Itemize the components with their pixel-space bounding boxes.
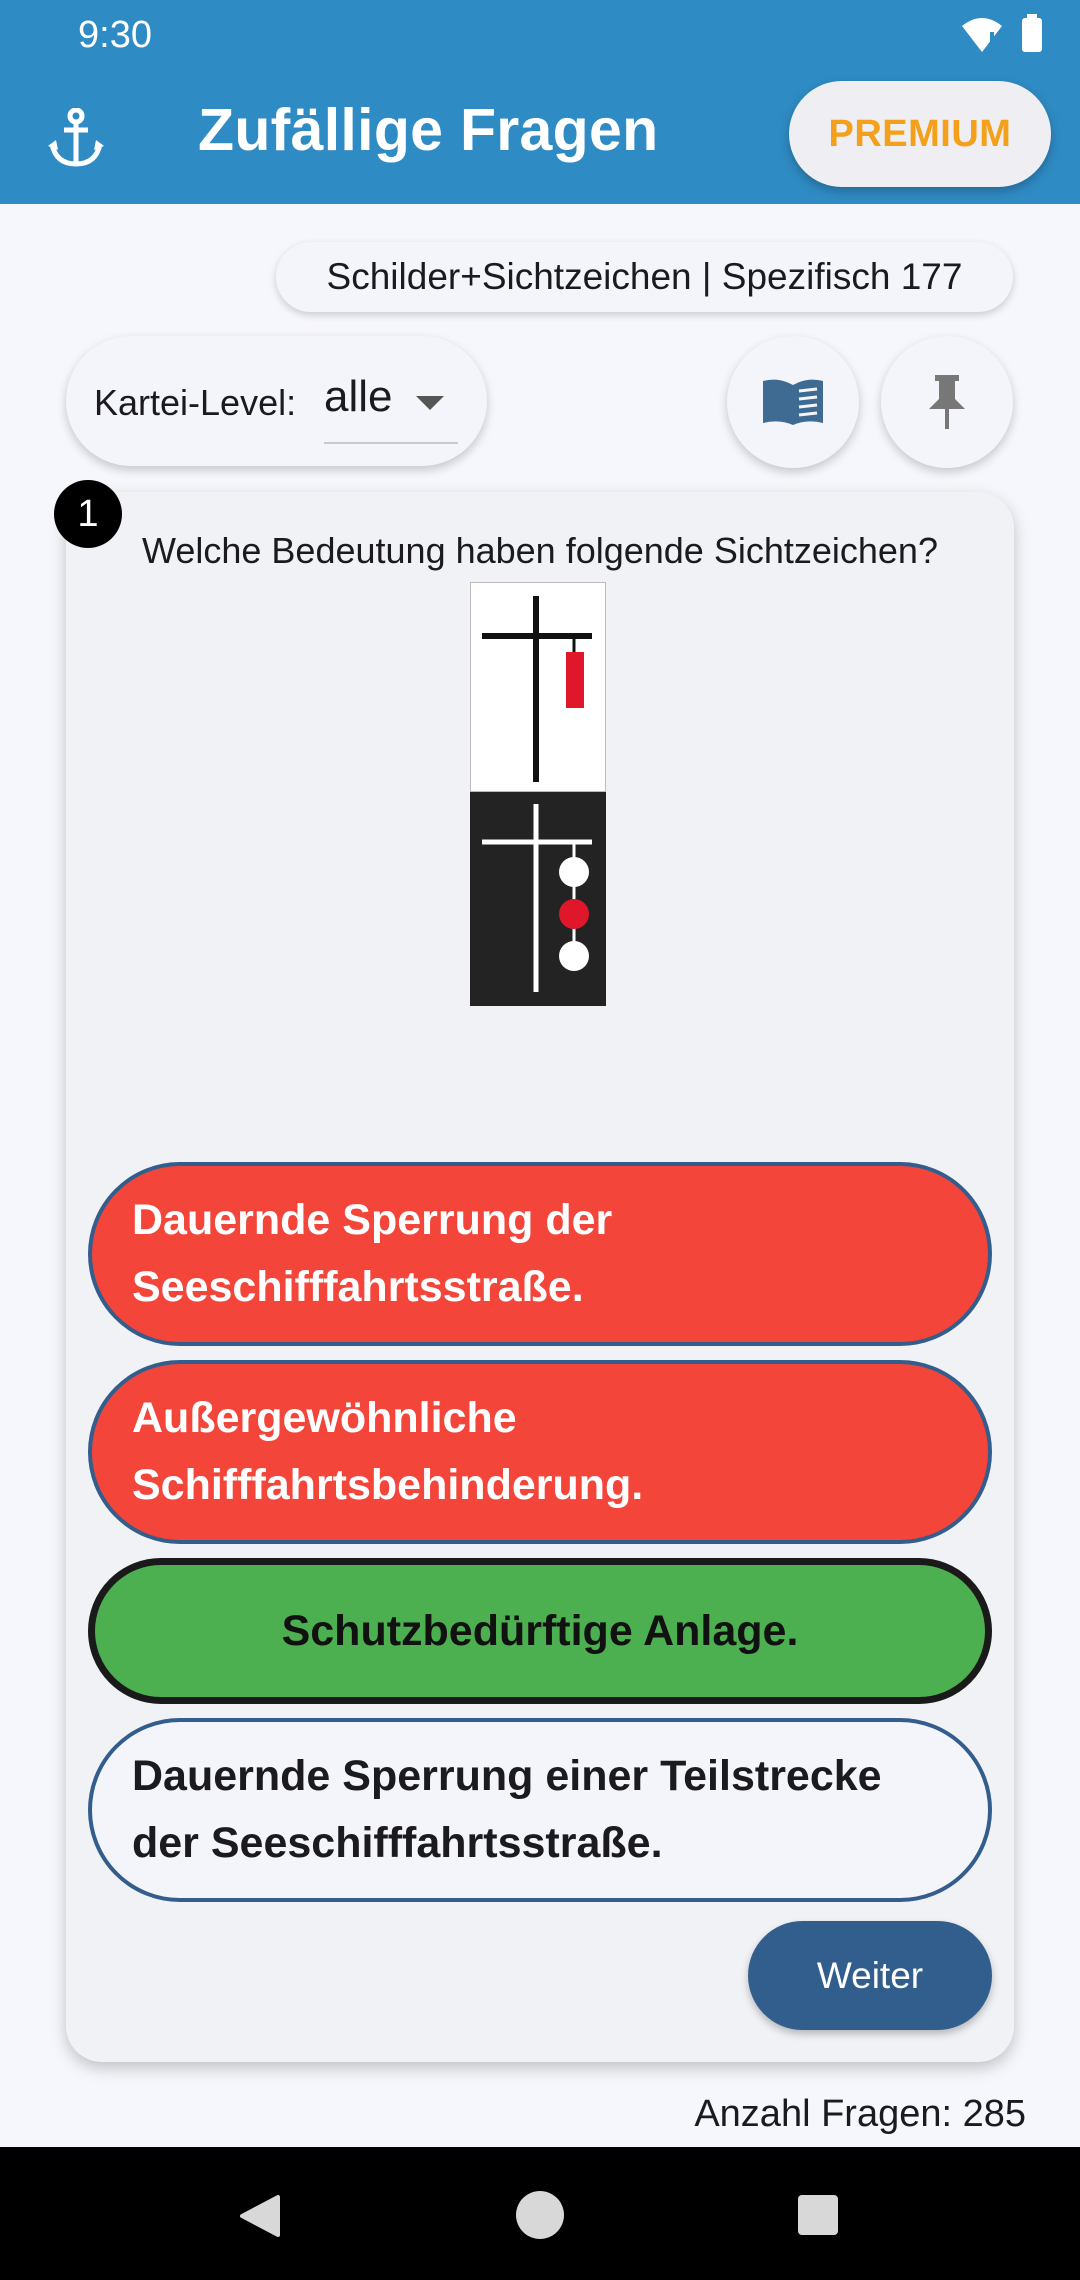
page-title: Zufällige Fragen [198, 97, 659, 163]
answer-text: Dauernde Sperrung der Seeschifffahrtsstr… [132, 1196, 613, 1311]
answer-option-3[interactable]: Schutzbedürftige Anlage. [88, 1558, 992, 1704]
book-icon [763, 379, 823, 425]
answer-text: Außergewöhnliche Schifffahrtsbehinderung… [132, 1394, 644, 1509]
answer-option-4[interactable]: Dauernde Sperrung einer Teilstrecke der … [88, 1718, 992, 1902]
answer-text: Dauernde Sperrung einer Teilstrecke der … [132, 1752, 882, 1867]
wifi-icon [962, 18, 1002, 52]
level-label: Kartei-Level: [94, 382, 297, 423]
question-count: Anzahl Fragen: 285 [694, 2093, 1026, 2135]
app-bar: 9:30 Zufällige Fragen PREMIUM [0, 0, 1080, 204]
answer-option-1[interactable]: Dauernde Sperrung der Seeschifffahrtsstr… [88, 1162, 992, 1346]
book-button[interactable] [727, 336, 859, 468]
level-underline [324, 442, 458, 444]
pin-icon [929, 375, 965, 429]
question-text: Welche Bedeutung haben folgende Sichtzei… [142, 530, 938, 571]
category-chip: Schilder+Sichtzeichen | Spezifisch 177 [276, 242, 1013, 312]
level-value[interactable]: alle [324, 372, 393, 422]
chevron-down-icon[interactable] [416, 396, 444, 410]
back-icon[interactable] [238, 2193, 284, 2239]
system-nav-bar [0, 2147, 1080, 2280]
next-button[interactable]: Weiter [748, 1921, 992, 2030]
signal-sign-image [470, 582, 606, 1006]
answer-option-2[interactable]: Außergewöhnliche Schifffahrtsbehinderung… [88, 1360, 992, 1544]
battery-icon [1022, 14, 1042, 52]
home-icon[interactable] [514, 2189, 566, 2241]
recents-icon[interactable] [796, 2193, 840, 2237]
level-dropdown[interactable]: Kartei-Level: alle [66, 336, 487, 466]
status-icons [960, 14, 1044, 54]
status-time: 9:30 [78, 14, 152, 56]
pin-button[interactable] [881, 336, 1013, 468]
premium-button[interactable]: PREMIUM [789, 81, 1051, 187]
answer-text: Schutzbedürftige Anlage. [281, 1606, 799, 1655]
anchor-icon[interactable] [46, 108, 106, 168]
